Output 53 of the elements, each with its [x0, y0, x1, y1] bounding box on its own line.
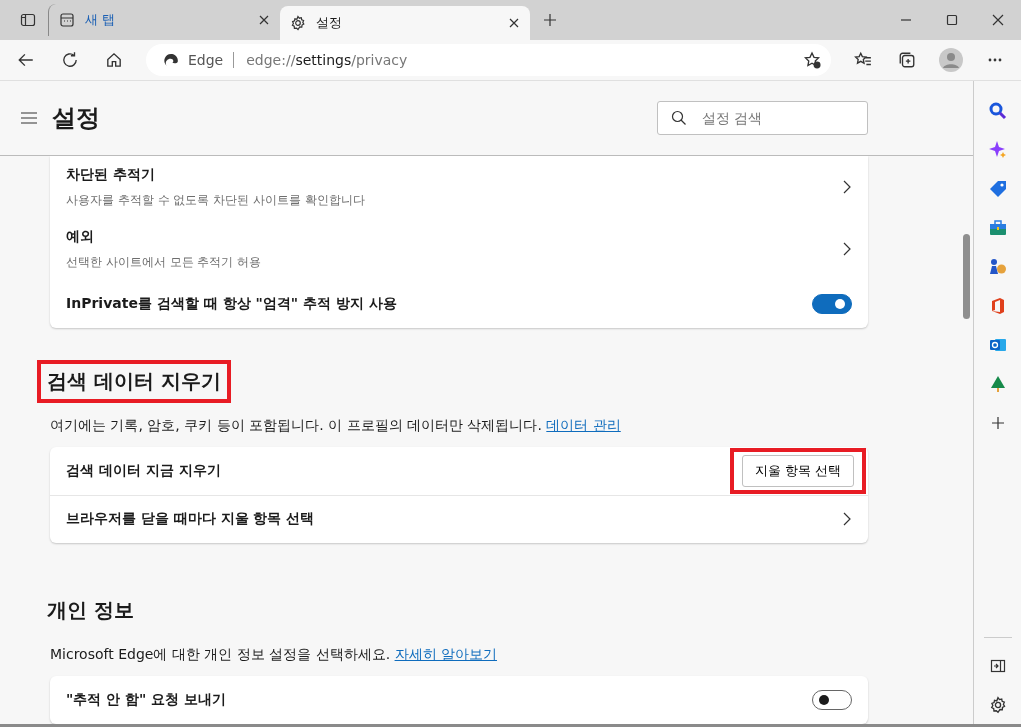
- gear-icon[interactable]: [988, 695, 1007, 714]
- new-tab-icon: [59, 12, 75, 28]
- setting-title: 브라우저를 닫을 때마다 지울 항목 선택: [66, 510, 316, 529]
- chevron-right-icon[interactable]: [842, 179, 852, 195]
- close-window-icon[interactable]: [992, 14, 1004, 26]
- toggle-switch[interactable]: [812, 294, 852, 314]
- close-icon[interactable]: [258, 14, 270, 26]
- setting-description: 사용자를 추적할 수 없도록 차단된 사이트를 확인합니다: [66, 191, 366, 209]
- tab-actions-icon[interactable]: [20, 12, 36, 28]
- tab-title: 설정: [316, 14, 343, 32]
- toolbox-icon[interactable]: [988, 218, 1007, 237]
- setting-title: 검색 데이터 지금 지우기: [66, 461, 222, 480]
- section-description: Microsoft Edge에 대한 개인 정보 설정을 선택하세요. 자세히 알아보기: [50, 646, 498, 664]
- search-icon[interactable]: [988, 101, 1007, 120]
- search-icon: [671, 110, 687, 126]
- page-title: 설정: [52, 103, 101, 134]
- toggle-switch[interactable]: [812, 690, 852, 710]
- setting-description: 선택한 사이트에서 모든 추적기 허용: [66, 253, 263, 271]
- chevron-right-icon[interactable]: [842, 511, 852, 528]
- add-favorite-icon[interactable]: [803, 51, 821, 69]
- setting-title: 예외: [66, 227, 95, 246]
- choose-items-button[interactable]: 지울 항목 선택: [741, 454, 854, 487]
- maximize-icon[interactable]: [946, 14, 958, 26]
- refresh-icon[interactable]: [61, 51, 79, 69]
- setting-title: "추적 안 함" 요청 보내기: [66, 691, 228, 709]
- link[interactable]: 데이터 관리: [546, 416, 621, 433]
- add-icon[interactable]: [989, 414, 1006, 431]
- scrollbar-thumb[interactable]: [963, 234, 970, 319]
- menu-icon[interactable]: [20, 111, 38, 125]
- setting-title: 차단된 추적기: [66, 165, 156, 184]
- close-icon[interactable]: [508, 17, 520, 29]
- tree-icon[interactable]: [988, 374, 1007, 393]
- new-tab-plus-icon[interactable]: [542, 12, 558, 28]
- section-heading: 개인 정보: [46, 597, 135, 624]
- hide-sidebar-icon[interactable]: [989, 657, 1006, 674]
- home-icon[interactable]: [105, 51, 123, 69]
- site-label: Edge: [188, 52, 235, 68]
- link[interactable]: 자세히 알아보기: [394, 646, 497, 662]
- profile-avatar[interactable]: [939, 48, 963, 72]
- tag-icon[interactable]: [988, 179, 1007, 198]
- setting-title: InPrivate를 검색할 때 항상 "엄격" 추적 방지 사용: [66, 295, 398, 313]
- collections-icon[interactable]: [898, 51, 916, 69]
- gear-icon: [290, 15, 306, 31]
- browser-tab[interactable]: 설정: [280, 6, 530, 40]
- section-description: 여기에는 기록, 암호, 쿠키 등이 포함됩니다. 이 프로필의 데이터만 삭제됩니다. 데이터 관리: [50, 416, 622, 435]
- back-arrow-icon[interactable]: [17, 51, 35, 69]
- tab-title: 새 탭: [85, 11, 117, 29]
- address-bar[interactable]: Edge edge://settings/privacy: [146, 44, 831, 76]
- sparkle-icon[interactable]: [988, 140, 1007, 159]
- chevron-right-icon[interactable]: [842, 241, 852, 257]
- section-heading: 검색 데이터 지우기: [37, 359, 231, 403]
- search-field[interactable]: 설정 검색: [657, 101, 868, 135]
- url-text: edge://settings/privacy: [246, 52, 409, 68]
